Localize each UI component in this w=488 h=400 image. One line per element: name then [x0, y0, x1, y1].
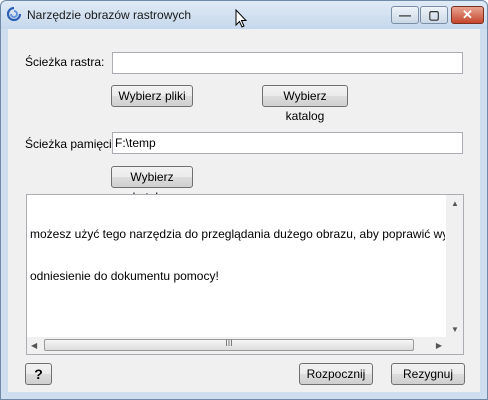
info-line: odniesienie do dokumentu pomocy! — [30, 269, 219, 283]
cache-path-label: Ścieżka pamięci: — [25, 137, 116, 151]
scroll-down-icon[interactable]: ▼ — [451, 325, 459, 334]
info-text: możesz użyć tego narzędzia do przeglądan… — [30, 199, 445, 311]
scroll-right-icon[interactable]: ▶ — [436, 341, 442, 350]
cache-path-input[interactable]: F:\temp — [112, 132, 463, 154]
dialog-body: Ścieżka rastra: Wybierz pliki Wybierz ka… — [8, 29, 480, 392]
mouse-pointer-icon — [235, 9, 248, 28]
scroll-left-icon[interactable]: ◀ — [31, 341, 37, 350]
raster-path-label: Ścieżka rastra: — [25, 55, 105, 69]
tool-window: Narzędzie obrazów rastrowych — ▢ ✕ Ścież… — [0, 0, 488, 400]
choose-cache-folder-button[interactable]: Wybierz katalog — [111, 166, 193, 204]
grip-icon: III — [225, 338, 233, 348]
close-button[interactable]: ✕ — [451, 6, 484, 24]
close-icon: ✕ — [462, 7, 473, 22]
scroll-up-icon[interactable]: ▲ — [451, 199, 459, 208]
info-line: możesz użyć tego narzędzia do przeglądan… — [30, 227, 445, 241]
minimize-icon: — — [399, 8, 411, 22]
app-icon — [7, 7, 21, 21]
scrollbar-corner — [446, 337, 463, 354]
horizontal-scroll-thumb[interactable]: III — [44, 338, 414, 351]
vertical-scrollbar[interactable]: ▲ ▼ — [446, 195, 463, 337]
window-title: Narzędzie obrazów rastrowych — [27, 8, 192, 22]
help-button[interactable]: ? — [25, 363, 52, 385]
horizontal-scrollbar[interactable]: ◀ III ▶ — [27, 337, 446, 354]
choose-raster-folder-button[interactable]: Wybierz katalog — [262, 85, 348, 123]
choose-files-button[interactable]: Wybierz pliki — [111, 85, 193, 107]
cancel-button[interactable]: Rezygnuj — [391, 363, 465, 385]
maximize-icon: ▢ — [428, 8, 440, 22]
maximize-button[interactable]: ▢ — [420, 6, 448, 24]
raster-path-input[interactable] — [112, 52, 463, 74]
minimize-button[interactable]: — — [391, 6, 419, 24]
info-textarea[interactable]: możesz użyć tego narzędzia do przeglądan… — [26, 194, 464, 355]
start-button[interactable]: Rozpocznij — [299, 363, 373, 385]
